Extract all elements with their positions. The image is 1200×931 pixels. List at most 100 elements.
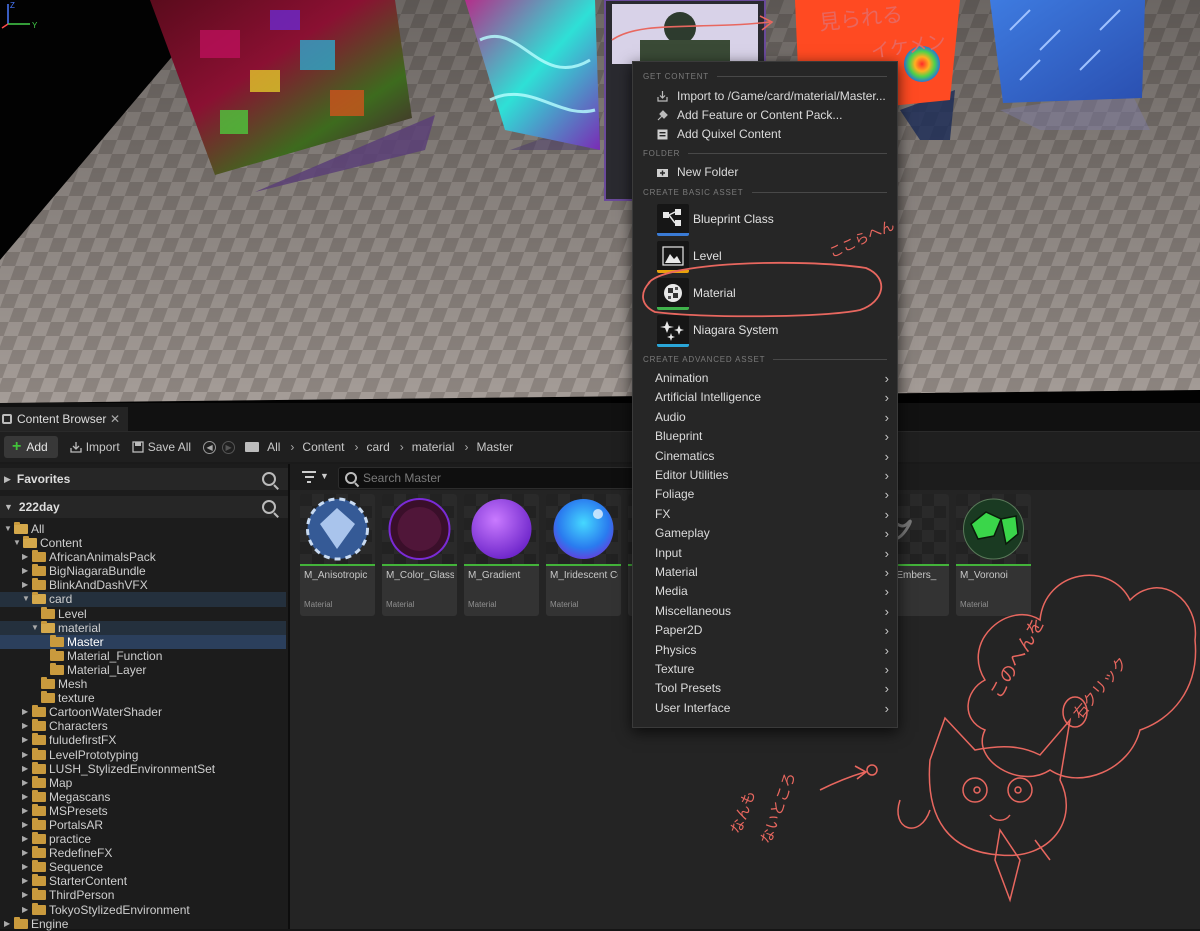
breadcrumb-master[interactable]: Master xyxy=(476,440,513,454)
chevron-down-icon[interactable]: ▼ xyxy=(31,621,39,635)
asset-tile[interactable]: M_Color_Glass Material xyxy=(382,494,457,616)
chevron-right-icon[interactable]: ▶ xyxy=(22,550,28,564)
tree-item[interactable]: Material_Layer xyxy=(0,662,286,677)
chevron-down-icon[interactable]: ▼ xyxy=(320,471,329,481)
chevron-right-icon[interactable]: ▶ xyxy=(22,874,28,888)
tree-item[interactable]: ▶ LevelPrototyping xyxy=(0,747,286,762)
chevron-right-icon[interactable]: ▶ xyxy=(22,733,28,747)
tree-item[interactable]: ▶ Characters xyxy=(0,719,286,733)
tree-item[interactable]: ▶ PortalsAR xyxy=(0,817,286,832)
chevron-right-icon[interactable]: ▶ xyxy=(22,832,28,846)
tree-item[interactable]: ▶ BigNiagaraBundle xyxy=(0,564,286,578)
menu-item-advanced-asset[interactable]: Audio › xyxy=(633,408,897,427)
chevron-down-icon[interactable]: ▼ xyxy=(4,522,12,536)
tree-item[interactable]: ▶ CartoonWaterShader xyxy=(0,705,286,719)
chevron-right-icon[interactable]: ▶ xyxy=(22,903,28,917)
tree-item[interactable]: ▼ material xyxy=(0,620,286,635)
tree-item[interactable]: ▶ RedefineFX xyxy=(0,846,286,860)
breadcrumb-all[interactable]: All xyxy=(267,440,280,454)
chevron-right-icon[interactable]: ▶ xyxy=(22,748,28,762)
chevron-right-icon[interactable]: ▶ xyxy=(22,790,28,804)
tree-item[interactable]: ▶ MSPresets xyxy=(0,803,286,818)
menu-item-advanced-asset[interactable]: Gameplay › xyxy=(633,524,897,543)
breadcrumb-material[interactable]: material xyxy=(412,440,455,454)
chevron-right-icon[interactable]: ▶ xyxy=(22,578,28,592)
menu-item-advanced-asset[interactable]: Foliage › xyxy=(633,485,897,504)
tree-item[interactable]: ▶ Map xyxy=(0,775,286,790)
menu-item-advanced-asset[interactable]: Animation › xyxy=(633,369,897,388)
search-box[interactable] xyxy=(338,467,640,489)
chevron-right-icon[interactable]: ▶ xyxy=(22,818,28,832)
filter-icon[interactable] xyxy=(302,471,316,483)
menu-item-add-quixel[interactable]: Add Quixel Content xyxy=(633,125,897,144)
menu-item-advanced-asset[interactable]: Media › xyxy=(633,582,897,601)
tree-item[interactable]: Material_Function xyxy=(0,648,286,663)
chevron-right-icon[interactable]: ▶ xyxy=(22,776,28,790)
add-button[interactable]: + Add xyxy=(4,436,58,458)
menu-item-advanced-asset[interactable]: Physics › xyxy=(633,641,897,660)
tree-item[interactable]: ▶ TokyoStylizedEnvironment xyxy=(0,902,286,917)
chevron-right-icon[interactable]: ▶ xyxy=(22,762,28,776)
asset-tile[interactable]: M_Anisotropic Material xyxy=(300,494,375,616)
search-input[interactable] xyxy=(361,469,635,487)
favorites-header[interactable]: ▶ Favorites xyxy=(0,468,288,490)
tree-item[interactable]: ▼ All xyxy=(0,522,286,536)
menu-item-advanced-asset[interactable]: Cinematics › xyxy=(633,447,897,466)
tree-item[interactable]: Level xyxy=(0,606,286,621)
menu-item-new-folder[interactable]: New Folder xyxy=(633,163,897,182)
close-icon[interactable]: ✕ xyxy=(110,412,120,426)
menu-item-advanced-asset[interactable]: Miscellaneous › xyxy=(633,602,897,621)
tree-item[interactable]: ▶ BlinkAndDashVFX xyxy=(0,578,286,592)
asset-tile[interactable]: M_Gradient Material xyxy=(464,494,539,616)
chevron-down-icon[interactable]: ▼ xyxy=(22,592,30,606)
menu-item-advanced-asset[interactable]: Editor Utilities › xyxy=(633,466,897,485)
tree-item[interactable]: ▼ card xyxy=(0,592,286,607)
project-header[interactable]: ▼ 222day xyxy=(0,496,288,518)
menu-item-advanced-asset[interactable]: FX › xyxy=(633,505,897,524)
tree-item[interactable]: ▶ LUSH_StylizedEnvironmentSet xyxy=(0,761,286,776)
tab-content-browser[interactable]: Content Browser ✕ xyxy=(0,407,128,431)
menu-item-advanced-asset[interactable]: Input › xyxy=(633,544,897,563)
menu-item-blueprint-class[interactable]: Blueprint Class xyxy=(633,202,897,238)
tree-item[interactable]: Master xyxy=(0,634,286,649)
menu-item-niagara-system[interactable]: Niagara System xyxy=(633,313,897,349)
tree-item[interactable]: ▶ Megascans xyxy=(0,789,286,804)
menu-item-advanced-asset[interactable]: Tool Presets › xyxy=(633,679,897,698)
menu-item-advanced-asset[interactable]: Blueprint › xyxy=(633,427,897,446)
menu-item-advanced-asset[interactable]: User Interface › xyxy=(633,699,897,718)
save-all-button[interactable]: Save All xyxy=(132,440,191,454)
search-icon[interactable] xyxy=(262,500,276,514)
menu-item-advanced-asset[interactable]: Material › xyxy=(633,563,897,582)
asset-tile[interactable]: M_Voronoi Material xyxy=(956,494,1031,616)
menu-item-advanced-asset[interactable]: Artificial Intelligence › xyxy=(633,388,897,407)
menu-item-advanced-asset[interactable]: Texture › xyxy=(633,660,897,679)
forward-arrow-icon[interactable]: ▶ xyxy=(222,440,236,454)
chevron-right-icon[interactable]: ▶ xyxy=(22,860,28,874)
tree-item[interactable]: ▶ practice xyxy=(0,832,286,846)
menu-item-import[interactable]: Import to /Game/card/material/Master... xyxy=(633,87,897,106)
import-button[interactable]: Import xyxy=(70,440,120,454)
tree-item[interactable]: ▶ fuludefirstFX xyxy=(0,733,286,747)
tree-item[interactable]: Mesh xyxy=(0,677,286,691)
menu-item-material[interactable]: Material xyxy=(633,276,897,312)
menu-item-advanced-asset[interactable]: Paper2D › xyxy=(633,621,897,640)
tree-item[interactable]: ▶ StarterContent xyxy=(0,874,286,888)
menu-item-level[interactable]: Level xyxy=(633,239,897,275)
search-icon[interactable] xyxy=(262,472,276,486)
chevron-down-icon[interactable]: ▼ xyxy=(13,536,21,550)
tree-item[interactable]: texture xyxy=(0,691,286,705)
breadcrumb-content[interactable]: Content xyxy=(302,440,344,454)
chevron-right-icon[interactable]: ▶ xyxy=(22,804,28,818)
level-viewport[interactable]: Z Y xyxy=(0,0,1200,403)
tree-item[interactable]: ▶ ThirdPerson xyxy=(0,888,286,902)
folder-icon[interactable] xyxy=(245,442,260,452)
chevron-right-icon[interactable]: ▶ xyxy=(22,888,28,902)
chevron-right-icon[interactable]: ▶ xyxy=(22,564,28,578)
breadcrumb-card[interactable]: card xyxy=(366,440,389,454)
chevron-right-icon[interactable]: ▶ xyxy=(22,846,28,860)
tree-item[interactable]: ▼ Content xyxy=(0,536,286,550)
tree-item[interactable]: ▶ Sequence xyxy=(0,860,286,874)
asset-tile[interactable]: M_Iridescent Color Material xyxy=(546,494,621,616)
chevron-right-icon[interactable]: ▶ xyxy=(22,705,28,719)
tree-item[interactable]: ▶ AfricanAnimalsPack xyxy=(0,550,286,564)
